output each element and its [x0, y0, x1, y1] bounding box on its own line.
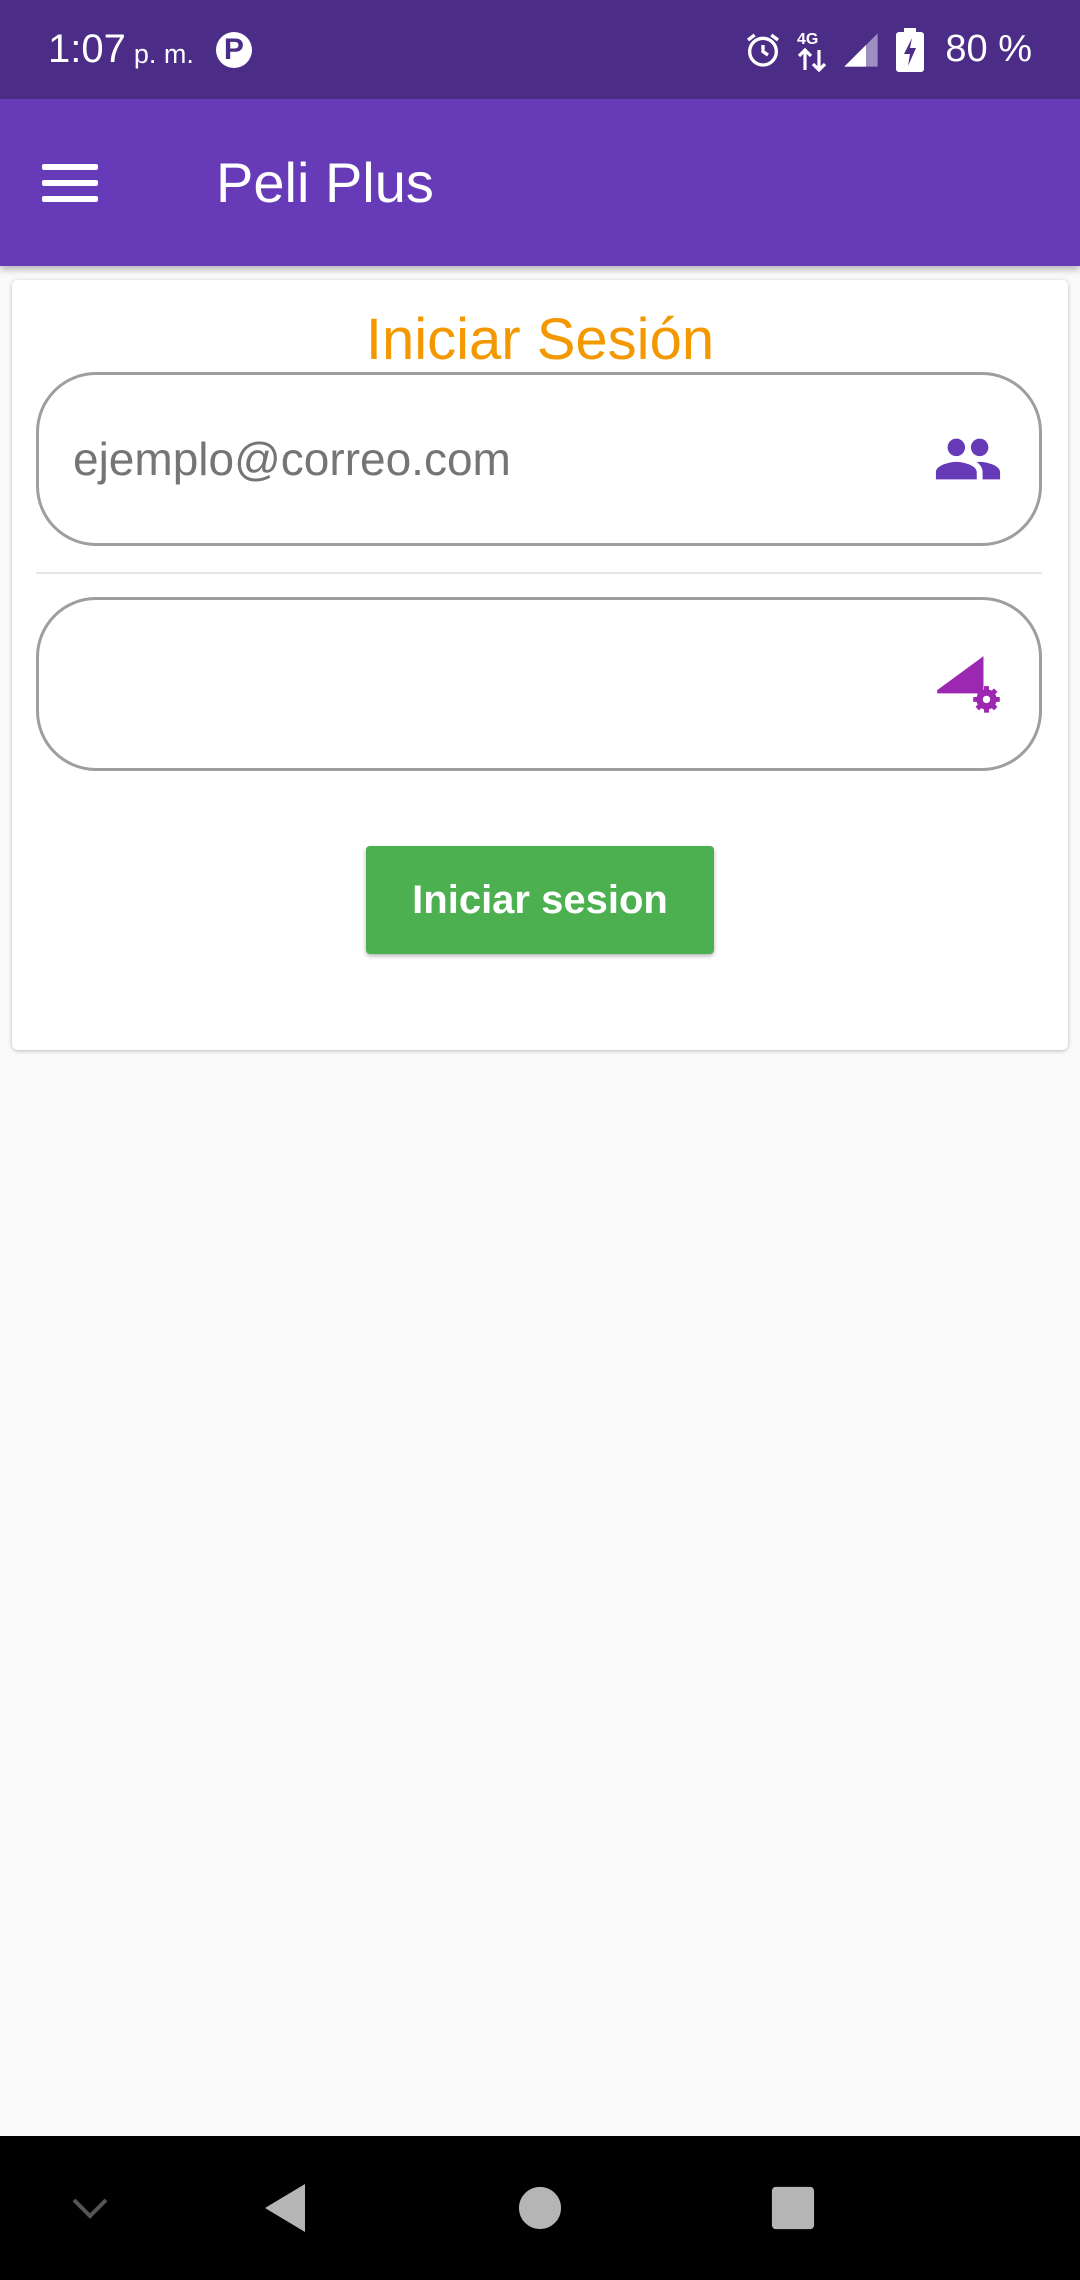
- divider: [36, 572, 1042, 574]
- login-button[interactable]: Iniciar sesion: [366, 846, 714, 954]
- data-arrows-icon: 4G: [797, 31, 827, 72]
- navigation-bar: [0, 2136, 1080, 2280]
- battery-level: 80 %: [945, 28, 1032, 70]
- password-input[interactable]: [73, 657, 931, 711]
- menu-icon: [42, 163, 98, 170]
- battery-charging-icon: [896, 27, 925, 72]
- parking-notification-icon: P: [215, 31, 252, 68]
- people-icon: [931, 422, 1005, 496]
- nav-home-button[interactable]: [495, 2136, 585, 2280]
- recents-square-icon: [771, 2186, 815, 2230]
- nav-recents-button[interactable]: [748, 2136, 838, 2280]
- login-title: Iniciar Sesión: [365, 307, 715, 372]
- status-ampm: p. m.: [133, 39, 194, 69]
- status-bar: 1:07 p. m. P 4G 80 %: [0, 0, 1080, 99]
- status-time: 1:07: [48, 27, 126, 71]
- nav-collapse-button[interactable]: [50, 2136, 130, 2280]
- signal-icon: [844, 32, 879, 67]
- nav-back-button[interactable]: [240, 2136, 330, 2280]
- app-title: Peli Plus: [216, 151, 434, 214]
- email-input[interactable]: [73, 432, 931, 486]
- menu-button[interactable]: [42, 141, 126, 225]
- alarm-icon: [747, 33, 780, 67]
- signal-settings-icon: [931, 647, 1005, 721]
- status-right: 4G 80 %: [743, 27, 1032, 72]
- status-left: 1:07 p. m. P: [48, 27, 252, 72]
- home-circle-icon: [518, 2186, 562, 2230]
- login-card: Iniciar Sesión Iniciar sesion: [12, 280, 1068, 1050]
- network-type: 4G: [797, 31, 818, 48]
- back-triangle-icon: [265, 2184, 305, 2232]
- chevron-down-icon: [72, 2198, 108, 2219]
- app-bar: Peli Plus: [0, 99, 1080, 266]
- email-field[interactable]: [36, 372, 1042, 546]
- password-field[interactable]: [36, 597, 1042, 771]
